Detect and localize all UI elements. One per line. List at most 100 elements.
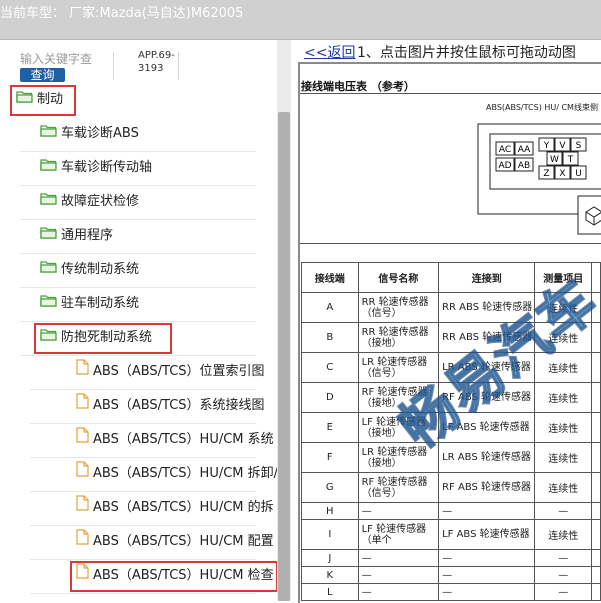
diagram-label: ABS(ABS/TCS) HU/ CM线束侧: [486, 103, 598, 112]
folder-open-icon: [40, 152, 57, 184]
connector-pin-label: T: [567, 155, 574, 165]
table-header: 接线端: [301, 262, 359, 293]
table-cell: —: [438, 566, 536, 584]
table-cell-cut: [591, 472, 601, 503]
tree-item-label: ABS（ABS/TCS）HU/CM 拆卸/: [93, 466, 279, 481]
table-row: H — — —: [301, 502, 601, 520]
connector-pin-label: AC: [499, 145, 511, 155]
tree-item-label: ABS（ABS/TCS）位置索引图: [93, 364, 265, 379]
table-cell: C: [301, 352, 359, 383]
tree-item-label: 车载诊断ABS: [61, 126, 139, 141]
folder-open-icon: [40, 220, 57, 252]
tree-item-label: ABS（ABS/TCS）HU/CM 系统: [93, 432, 274, 447]
document-icon: [76, 390, 89, 422]
tree-item-label: ABS（ABS/TCS）系统接线图: [93, 398, 265, 413]
table-cell: —: [357, 502, 440, 520]
tree-item[interactable]: ABS（ABS/TCS）位置索引图: [76, 356, 265, 388]
tree-item-label: 车载诊断传动轴: [61, 160, 153, 175]
connector-pin-label: V: [559, 141, 566, 151]
table-header: 信号名称: [357, 262, 440, 293]
table-cell: J: [301, 549, 359, 567]
tree-item-label: ABS（ABS/TCS）HU/CM 的拆: [93, 500, 274, 515]
table-cell-cut: [591, 412, 601, 443]
table-cell-cut: [591, 382, 601, 413]
table-cell: 连续性: [534, 382, 593, 413]
connector-pin-label: AA: [518, 145, 531, 155]
folder-open-icon: [40, 254, 57, 286]
tree-item[interactable]: ABS（ABS/TCS）HU/CM 系统: [76, 424, 274, 456]
table-cell: I: [301, 519, 359, 550]
table-cell: H: [301, 502, 359, 520]
table-cell: 连续性: [534, 519, 593, 550]
back-link[interactable]: <<返回: [304, 42, 355, 62]
table-cell: RR 轮速传感器（信号）: [357, 292, 440, 323]
table-cell-cut: [591, 566, 601, 584]
table-cell: B: [301, 322, 359, 353]
document-icon: [76, 356, 89, 388]
connector-pin-label: AB: [518, 161, 530, 171]
table-cell: A: [301, 292, 359, 323]
table-cell: LF ABS 轮速传感器: [438, 519, 536, 550]
sidebar-scrollbar[interactable]: [277, 40, 291, 601]
scrollbar-thumb[interactable]: [278, 112, 290, 601]
table-cell: LF 轮速传感器（单个: [357, 519, 440, 550]
table-cell-cut: [591, 519, 601, 550]
table-cell: —: [438, 549, 536, 567]
table-header-cut: [591, 262, 601, 293]
table-cell: —: [438, 583, 536, 601]
connector-pin-label: Z: [543, 169, 549, 179]
table-row: J — — —: [301, 549, 601, 567]
tree-item[interactable]: ABS（ABS/TCS）HU/CM 拆卸/: [76, 458, 278, 490]
tree-item-label: 驻车制动系统: [61, 296, 140, 311]
tree-item[interactable]: 传统制动系统: [40, 254, 139, 286]
table-row: L — — —: [301, 583, 601, 601]
table-cell: 连续性: [534, 412, 593, 443]
folder-open-icon: [40, 186, 57, 218]
tree-item[interactable]: 故障症状检修: [40, 186, 139, 218]
table-cell: —: [357, 583, 440, 601]
highlight-box: [70, 561, 278, 592]
document-icon: [76, 458, 89, 490]
document-icon: [76, 526, 89, 558]
highlight-box: [34, 323, 172, 354]
tree-item[interactable]: 通用程序: [40, 220, 113, 252]
tree-item[interactable]: 车载诊断传动轴: [40, 152, 152, 184]
connector-drawing: AC AA AD AB Y V S W T Z X U: [477, 123, 601, 235]
table-cell: RR 轮速传感器（接地）: [357, 322, 440, 353]
table-cell: —: [534, 583, 593, 601]
connector-pin-label: Y: [543, 141, 550, 151]
table-cell-cut: [591, 442, 601, 473]
table-cell: K: [301, 566, 359, 584]
table-cell: LR ABS 轮速传感器: [438, 442, 536, 473]
instruction-text: 1、点击图片并按住鼠标可拖动动图: [357, 45, 576, 61]
table-cell: —: [534, 502, 593, 520]
tree-item-label: 通用程序: [61, 228, 114, 243]
table-header: 连接到: [438, 262, 536, 293]
table-cell: —: [438, 502, 536, 520]
table-cell: RF ABS 轮速传感器: [438, 472, 536, 503]
nav-tree: 制动 车载诊断ABS 车载诊断传动轴 故障症状检修 通用程序 传统制动系统 驻车制动系统 防抱…: [0, 0, 278, 601]
table-cell-cut: [591, 583, 601, 601]
table-cell: —: [357, 566, 440, 584]
table-cell: L: [301, 583, 359, 601]
tree-item[interactable]: ABS（ABS/TCS）系统接线图: [76, 390, 265, 422]
tree-item[interactable]: ABS（ABS/TCS）HU/CM 配置: [76, 526, 274, 558]
document-icon: [76, 492, 89, 524]
table-cell: F: [301, 442, 359, 473]
table-row: K — — —: [301, 566, 601, 584]
table-cell: RF 轮速传感器（信号）: [357, 472, 440, 503]
tree-item[interactable]: ABS（ABS/TCS）HU/CM 的拆: [76, 492, 274, 524]
table-cell: E: [301, 412, 359, 443]
table-cell-cut: [591, 549, 601, 567]
table-cell: —: [534, 549, 593, 567]
table-cell: D: [301, 382, 359, 413]
folder-open-icon: [40, 288, 57, 320]
connector-pin-label: AD: [498, 161, 511, 171]
connector-diagram: AC AA AD AB Y V S W T Z X U: [300, 93, 601, 244]
table-cell: 连续性: [534, 472, 593, 503]
tree-item[interactable]: 驻车制动系统: [40, 288, 139, 320]
document-icon: [76, 424, 89, 456]
tree-item[interactable]: 车载诊断ABS: [40, 118, 139, 150]
folder-open-icon: [40, 118, 57, 150]
section-title: 接线端电压表 （参考）: [301, 80, 415, 93]
